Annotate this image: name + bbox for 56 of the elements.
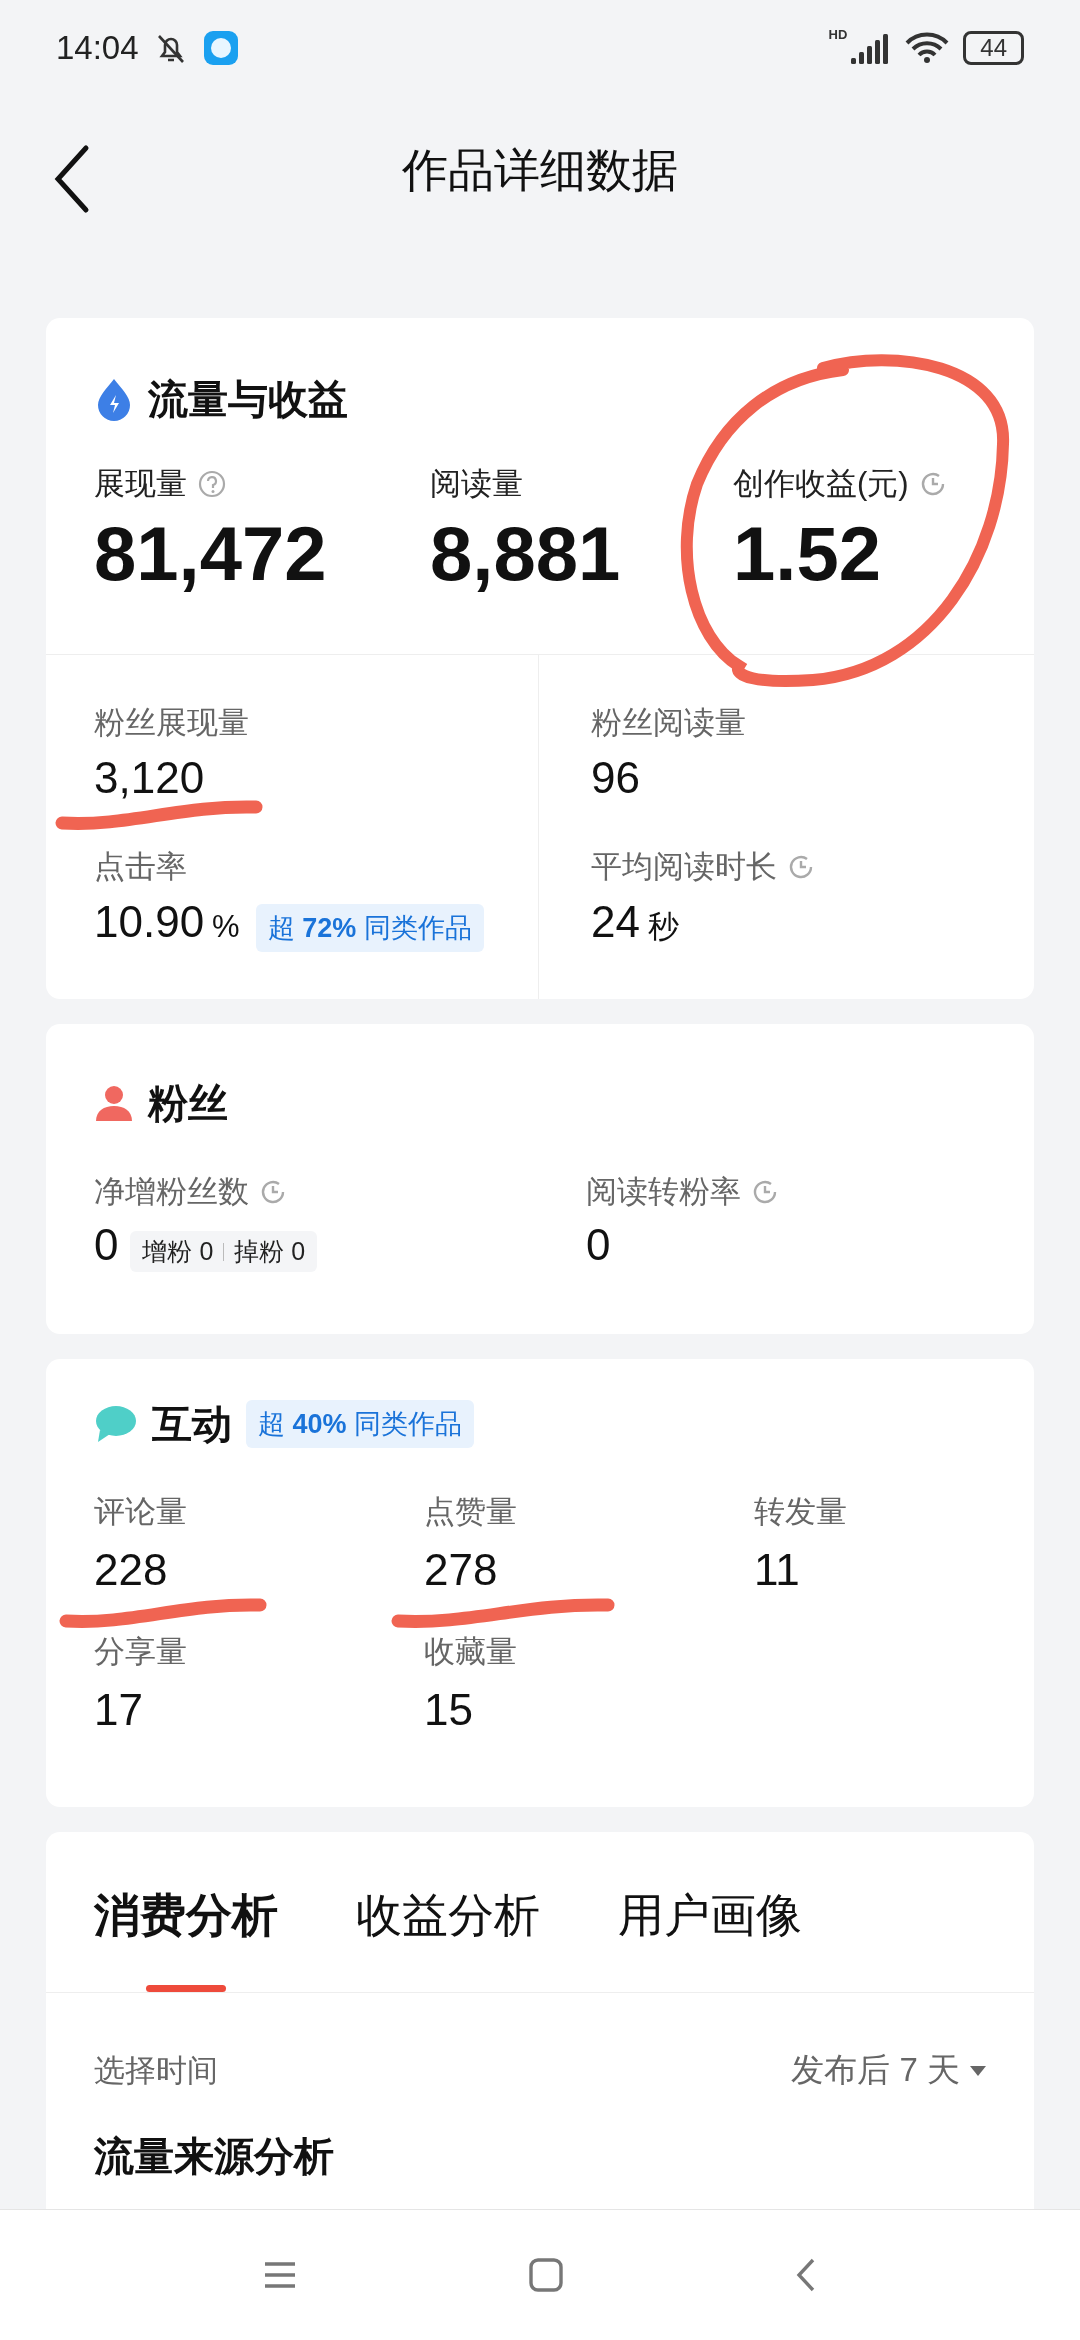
page-title: 作品详细数据: [402, 143, 678, 198]
metric-value: 11: [754, 1545, 800, 1595]
metric-label: 收藏量: [424, 1633, 518, 1671]
metric-value: 10.90: [94, 897, 205, 947]
section-heading: 流量来源分析: [94, 2133, 334, 2180]
metric-value: 228: [94, 1545, 168, 1595]
clock-icon[interactable]: [259, 1178, 287, 1206]
clock-icon[interactable]: [751, 1178, 779, 1206]
unit-label: %: [212, 909, 240, 945]
caret-icon: [970, 2065, 986, 2076]
metric-label: 净增粉丝数: [94, 1173, 249, 1211]
section-title: 互动: [152, 1400, 232, 1448]
status-time: 14:04: [56, 29, 139, 67]
metric-value: 24: [591, 897, 640, 947]
metric-value: 17: [94, 1685, 143, 1735]
metric-label: 分享量: [94, 1633, 188, 1671]
metric-label: 阅读转粉率: [586, 1173, 741, 1211]
metric-label: 粉丝展现量: [94, 704, 249, 742]
metric-label: 平均阅读时长: [591, 848, 777, 886]
ranking-badge: 超 72% 同类作品: [255, 904, 484, 952]
analysis-tab[interactable]: 用户画像: [618, 1890, 802, 1992]
metric-label: 阅读量: [430, 465, 523, 503]
unit-label: 秒: [647, 908, 679, 946]
metric-value: 1.52: [733, 510, 882, 598]
metric-value: 3,120: [94, 753, 205, 803]
metric-label: 展现量: [94, 465, 187, 503]
ranking-badge: 超 40% 同类作品: [246, 1400, 475, 1448]
section-title: 流量与收益: [148, 375, 348, 423]
fan-change-text: 掉粉 0: [234, 1236, 306, 1267]
metric-label: 粉丝阅读量: [591, 704, 746, 742]
section-title: 粉丝: [148, 1079, 228, 1127]
time-range-dropdown[interactable]: 发布后 7 天: [791, 2048, 986, 2093]
metric-value: 0: [586, 1220, 611, 1270]
battery-level: 44: [963, 31, 1024, 65]
metric-value: 81,472: [94, 510, 328, 598]
wifi-icon: [905, 32, 950, 64]
metric-value: 96: [591, 753, 640, 803]
help-icon[interactable]: [197, 469, 227, 499]
metric-value: 15: [424, 1685, 473, 1735]
filter-label: 选择时间: [94, 2051, 218, 2090]
metric-label: 创作收益(元): [733, 465, 909, 503]
analysis-tab[interactable]: 收益分析: [356, 1890, 540, 1992]
speech-bubble-icon: [94, 1404, 138, 1444]
metric-value: 278: [424, 1545, 498, 1595]
metric-label: 评论量: [94, 1493, 188, 1531]
analysis-tab[interactable]: 消费分析: [94, 1890, 278, 1992]
metric-value: 8,881: [430, 510, 622, 598]
clock-icon[interactable]: [787, 853, 815, 881]
metric-label: 点击率: [94, 848, 187, 886]
network-type: HD: [828, 27, 848, 42]
metric-label: 转发量: [754, 1493, 848, 1531]
person-icon: [94, 1083, 134, 1123]
metric-label: 点赞量: [424, 1493, 518, 1531]
metric-value: 0: [94, 1220, 119, 1270]
fan-change-text: 增粉 0: [142, 1236, 214, 1267]
app-icon: [202, 30, 239, 66]
